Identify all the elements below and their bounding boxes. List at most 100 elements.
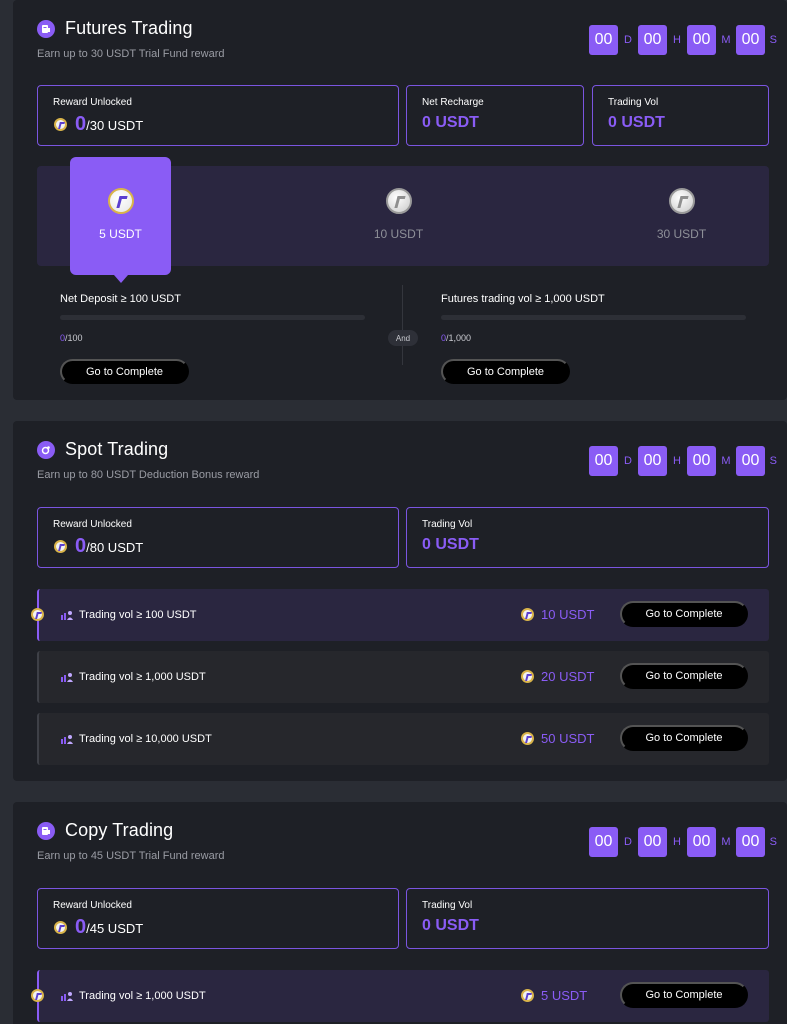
reward-current: 0 [75, 535, 87, 557]
requirement-progress-text: 0/100 [60, 333, 365, 343]
countdown-days-unit: D [624, 455, 632, 467]
countdown-minutes: 00 [687, 827, 716, 857]
spot-task-row: Trading vol ≥ 10,000 USDT 50 USDT Go to … [37, 713, 769, 765]
coin-icon [31, 608, 44, 621]
countdown-hours: 00 [638, 827, 667, 857]
countdown-hours-unit: H [673, 455, 681, 467]
countdown-days-unit: D [624, 34, 632, 46]
task-label: Trading vol ≥ 1,000 USDT [79, 671, 206, 683]
spot-title: Spot Trading [65, 439, 169, 459]
chart-person-icon [60, 608, 74, 626]
task-reward-value: 20 USDT [541, 669, 595, 684]
requirement-net-deposit: Net Deposit ≥ 100 USDT 0/100 [60, 293, 365, 343]
spot-header: Spot Trading Earn up to 80 USDT Deductio… [37, 439, 259, 481]
and-badge: And [388, 330, 418, 346]
countdown-seconds-unit: S [769, 836, 777, 848]
coin-icon [521, 608, 534, 621]
tier-10-usdt[interactable]: 10 USDT [348, 166, 449, 274]
futures-header: Futures Trading Earn up to 30 USDT Trial… [37, 18, 225, 60]
coin-icon [521, 670, 534, 683]
task-reward: 5 USDT [521, 988, 587, 1003]
tier-5-usdt[interactable]: 5 USDT [70, 157, 171, 283]
futures-subtitle: Earn up to 30 USDT Trial Fund reward [37, 48, 225, 60]
futures-reward-unlocked: Reward Unlocked 0 /30 USDT [37, 85, 399, 146]
coin-icon [668, 188, 695, 214]
task-reward: 10 USDT [521, 607, 594, 622]
futures-vol-go-button[interactable]: Go to Complete [441, 359, 570, 384]
countdown-seconds: 00 [736, 827, 765, 857]
progress-target: /1,000 [446, 333, 472, 343]
reward-current: 0 [75, 113, 87, 135]
countdown-minutes-unit: M [721, 34, 731, 46]
trading-vol-value: 0 USDT [422, 917, 479, 934]
progress-target: /100 [65, 333, 83, 343]
spot-task-row: Trading vol ≥ 100 USDT 10 USDT Go to Com… [31, 589, 769, 641]
chart-person-icon [60, 670, 74, 688]
copy-header: Copy Trading Earn up to 45 USDT Trial Fu… [37, 820, 225, 862]
task-reward-value: 50 USDT [541, 731, 595, 746]
coin-icon [54, 118, 67, 131]
tier-label: 10 USDT [373, 227, 424, 241]
futures-trading-card: Futures Trading Earn up to 30 USDT Trial… [13, 0, 787, 400]
coin-icon [54, 540, 67, 553]
task-go-button[interactable]: Go to Complete [620, 982, 748, 1008]
task-reward: 20 USDT [521, 669, 594, 684]
requirement-progress-bar [441, 315, 746, 320]
countdown-minutes: 00 [687, 446, 716, 476]
task-reward: 50 USDT [521, 731, 594, 746]
countdown-minutes: 00 [687, 25, 716, 55]
copy-trading-card: Copy Trading Earn up to 45 USDT Trial Fu… [13, 802, 787, 1024]
copy-icon [37, 821, 55, 840]
and-divider [402, 285, 403, 365]
net-deposit-go-button[interactable]: Go to Complete [60, 359, 189, 384]
spot-reward-unlocked: Reward Unlocked 0 /80 USDT [37, 507, 399, 568]
net-recharge-label: Net Recharge [422, 97, 484, 108]
trading-vol-value: 0 USDT [422, 536, 479, 553]
copy-subtitle: Earn up to 45 USDT Trial Fund reward [37, 850, 225, 862]
net-recharge-value: 0 USDT [422, 114, 479, 131]
futures-title: Futures Trading [65, 18, 193, 38]
requirement-futures-vol: Futures trading vol ≥ 1,000 USDT 0/1,000 [441, 293, 746, 343]
reward-unlocked-label: Reward Unlocked [53, 519, 132, 530]
trading-vol-value: 0 USDT [608, 114, 665, 131]
task-reward-value: 10 USDT [541, 607, 595, 622]
reward-tier-track: 5 USDT 10 USDT 30 USDT [37, 157, 769, 283]
spot-trading-card: Spot Trading Earn up to 80 USDT Deductio… [13, 421, 787, 781]
reward-unlocked-label: Reward Unlocked [53, 97, 132, 108]
copy-trading-vol: Trading Vol 0 USDT [406, 888, 769, 949]
countdown-minutes-unit: M [721, 836, 731, 848]
copy-countdown: 00 D 00 H 00 M 00 S [589, 827, 777, 857]
task-go-button[interactable]: Go to Complete [620, 601, 748, 627]
coin-icon [107, 188, 134, 214]
task-go-button[interactable]: Go to Complete [620, 663, 748, 689]
spot-subtitle: Earn up to 80 USDT Deduction Bonus rewar… [37, 469, 260, 481]
task-label: Trading vol ≥ 1,000 USDT [79, 990, 206, 1002]
countdown-seconds-unit: S [769, 455, 777, 467]
futures-icon [37, 19, 55, 38]
spot-trading-vol: Trading Vol 0 USDT [406, 507, 769, 568]
task-label: Trading vol ≥ 10,000 USDT [79, 733, 212, 745]
task-go-button[interactable]: Go to Complete [620, 725, 748, 751]
chart-person-icon [60, 732, 74, 750]
task-reward-value: 5 USDT [541, 988, 588, 1003]
spot-icon [37, 440, 55, 459]
countdown-hours-unit: H [673, 836, 681, 848]
requirement-label: Futures trading vol ≥ 1,000 USDT [441, 293, 605, 305]
reward-total: /30 USDT [86, 118, 144, 133]
countdown-seconds: 00 [736, 25, 765, 55]
futures-trading-vol: Trading Vol 0 USDT [592, 85, 769, 146]
reward-unlocked-label: Reward Unlocked [53, 900, 132, 911]
coin-icon [54, 921, 67, 934]
trading-vol-label: Trading Vol [422, 900, 473, 911]
reward-current: 0 [75, 916, 87, 938]
requirement-progress-text: 0/1,000 [441, 333, 746, 343]
countdown-days-unit: D [624, 836, 632, 848]
countdown-hours-unit: H [673, 34, 681, 46]
tier-30-usdt[interactable]: 30 USDT [631, 166, 732, 274]
coin-icon [385, 188, 412, 214]
coin-icon [521, 732, 534, 745]
coin-icon [31, 989, 44, 1002]
countdown-seconds: 00 [736, 446, 765, 476]
futures-countdown: 00 D 00 H 00 M 00 S [589, 25, 777, 55]
countdown-days: 00 [589, 446, 618, 476]
